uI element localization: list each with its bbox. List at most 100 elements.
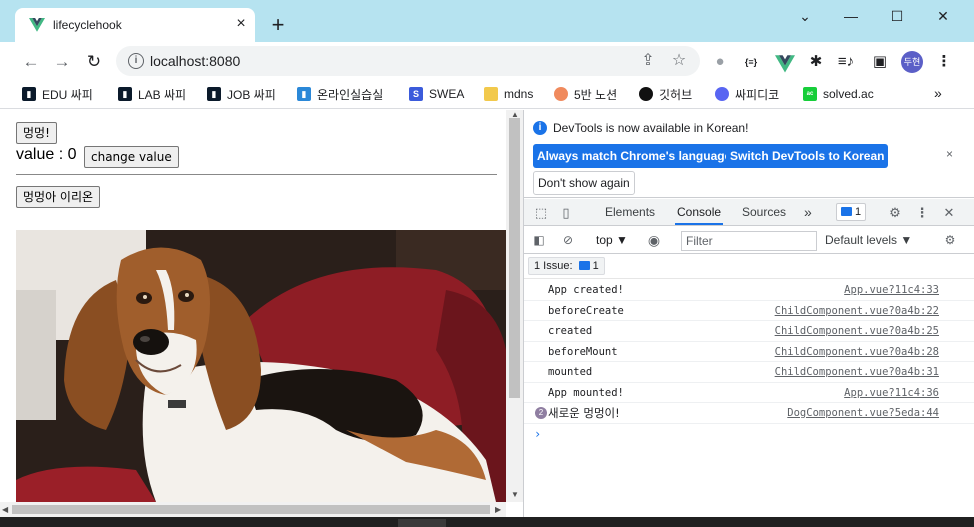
tab-console[interactable]: Console [675, 199, 724, 225]
new-tab-button[interactable]: + [266, 14, 290, 38]
bookmark-item[interactable]: ▮ EDU 싸피 [22, 85, 93, 103]
infobar-close-icon[interactable]: × [946, 147, 953, 161]
settings-gear-icon[interactable]: ⚙ [886, 204, 904, 222]
share-icon[interactable]: ⇪ [638, 51, 658, 71]
bookmarks-overflow-button[interactable]: » [934, 85, 942, 101]
minimize-button[interactable]: — [828, 4, 874, 28]
bookmark-item[interactable]: ac solved.ac [803, 85, 874, 103]
context-selector[interactable]: top ▼ [596, 233, 628, 247]
bookmark-star-icon[interactable]: ☆ [669, 51, 689, 71]
url-text[interactable]: localhost:8080 [150, 53, 240, 69]
bookmark-item[interactable]: 싸피디코 [715, 85, 779, 103]
scroll-right-arrow-icon[interactable]: ▶ [495, 505, 501, 514]
repeat-count-badge: 2 [535, 407, 547, 419]
bookmark-item[interactable]: ▮ LAB 싸피 [118, 85, 186, 103]
bookmark-item[interactable]: ▮ JOB 싸피 [207, 85, 276, 103]
page-viewport: 멍멍! value : 0 change value 멍멍아 이리온 ▲ ▼ ◀… [0, 110, 523, 517]
log-levels-dropdown[interactable]: Default levels ▼ [825, 233, 912, 247]
bookmark-label: LAB 싸피 [138, 87, 187, 102]
bookmark-item[interactable]: S SWEA [409, 85, 464, 103]
console-prompt-row[interactable]: › [524, 424, 974, 445]
issues-counter-badge[interactable]: 1 [836, 203, 867, 221]
console-prompt-chevron-icon: › [534, 426, 542, 441]
bookmark-label: mdns [504, 87, 534, 101]
log-source-link[interactable]: DogComponent.vue?5eda:44 [787, 403, 939, 423]
page-horizontal-scrollbar[interactable]: ◀ ▶ [0, 502, 506, 517]
log-source-link[interactable]: ChildComponent.vue?0a4b:22 [775, 301, 939, 321]
maximize-button[interactable]: ☐ [874, 4, 920, 28]
log-source-link[interactable]: ChildComponent.vue?0a4b:28 [775, 342, 939, 362]
address-bar[interactable]: i localhost:8080 ⇪ ☆ [116, 46, 700, 76]
console-filter-input[interactable] [681, 231, 817, 251]
switch-to-korean-button[interactable]: Switch DevTools to Korean [726, 144, 889, 168]
clear-console-icon[interactable]: ⊘ [560, 232, 576, 248]
bookmark-label: 온라인실습실 [317, 87, 384, 102]
page-vertical-scroll-thumb[interactable] [509, 118, 520, 398]
profile-avatar[interactable]: 두현 [901, 51, 923, 73]
console-settings-gear-icon[interactable]: ⚙ [942, 232, 958, 248]
bookmark-item[interactable]: ▮ 온라인실습실 [297, 85, 383, 103]
extension-json-icon[interactable]: {≡} [741, 52, 761, 72]
devtools-language-infobar: i DevTools is now available in Korean! A… [524, 110, 974, 198]
log-source-link[interactable]: ChildComponent.vue?0a4b:25 [775, 321, 939, 341]
more-tabs-chevron-icon[interactable]: » [804, 199, 812, 225]
ssafy-icon: ▮ [118, 87, 132, 101]
scroll-left-arrow-icon[interactable]: ◀ [2, 505, 8, 514]
issue-flag-icon [841, 207, 852, 216]
dont-show-again-button[interactable]: Don't show again [533, 171, 635, 195]
side-panel-icon[interactable]: ▣ [870, 52, 890, 72]
inspect-element-icon[interactable]: ⬚ [532, 204, 550, 222]
ssafy-icon: ▮ [22, 87, 36, 101]
back-button[interactable]: ← [20, 51, 42, 73]
bookmark-item[interactable]: mdns [484, 85, 533, 103]
peach-icon [554, 87, 568, 101]
solvedac-icon: ac [803, 87, 817, 101]
extension-github-icon[interactable]: ● [710, 52, 730, 72]
devtools-menu-icon[interactable]: ⋮ [913, 204, 931, 222]
os-taskbar [0, 517, 974, 527]
issues-button[interactable]: 1 Issue: 1 [528, 257, 605, 275]
log-source-link[interactable]: App.vue?11c4:33 [844, 280, 939, 300]
bark-button[interactable]: 멍멍! [16, 122, 57, 144]
menu-kebab-icon[interactable]: ⋮ [934, 52, 954, 72]
log-source-link[interactable]: App.vue?11c4:36 [844, 383, 939, 403]
browser-toolbar: ← → ↻ i localhost:8080 ⇪ ☆ ● {≡} ✱ ≡♪ ▣ … [0, 42, 974, 80]
call-dog-button[interactable]: 멍멍아 이리온 [16, 186, 101, 208]
device-toolbar-icon[interactable]: ▯ [557, 204, 575, 222]
tab-sources[interactable]: Sources [742, 199, 786, 225]
console-log-row: App created! App.vue?11c4:33 [524, 280, 974, 301]
extensions-puzzle-icon[interactable]: ✱ [806, 52, 826, 72]
change-value-button[interactable]: change value [84, 146, 179, 168]
bookmark-item[interactable]: 깃허브 [639, 85, 692, 103]
bookmark-label: solved.ac [823, 87, 874, 101]
ssafy-icon: ▮ [297, 87, 311, 101]
scroll-down-arrow-icon[interactable]: ▼ [511, 490, 519, 499]
tab-close-icon[interactable]: × [232, 14, 250, 34]
reload-button[interactable]: ↻ [83, 51, 105, 73]
media-control-icon[interactable]: ≡♪ [836, 52, 856, 72]
bookmark-label: 싸피디코 [735, 87, 780, 102]
tab-search-chevron-icon[interactable]: ⌄ [782, 4, 828, 28]
issues-button-count: 1 [592, 260, 599, 272]
tab-elements[interactable]: Elements [605, 199, 655, 225]
close-window-button[interactable]: ✕ [920, 4, 966, 28]
log-source-link[interactable]: ChildComponent.vue?0a4b:31 [775, 362, 939, 382]
devtools-close-icon[interactable]: ✕ [940, 204, 958, 222]
bookmark-item[interactable]: 5반 노션 [554, 85, 617, 103]
github-icon [639, 87, 653, 101]
forward-button[interactable]: → [51, 51, 73, 73]
console-log-row: 2 새로운 멍멍이! DogComponent.vue?5eda:44 [524, 403, 974, 424]
site-info-icon[interactable]: i [128, 53, 144, 69]
browser-tab[interactable]: lifecyclehook × [15, 8, 255, 42]
bookmark-label: 5반 노션 [574, 87, 618, 102]
devtools-tabbar: ⬚ ▯ Elements Console Sources » 1 ⚙ ⋮ ✕ [524, 199, 974, 226]
taskbar-app-item[interactable] [398, 519, 446, 527]
vue-devtools-icon[interactable] [775, 54, 795, 74]
always-match-language-button[interactable]: Always match Chrome's language [533, 144, 736, 168]
log-message: 새로운 멍멍이! [548, 406, 620, 420]
sidebar-toggle-icon[interactable]: ◧ [531, 232, 547, 248]
page-vertical-scrollbar[interactable]: ▲ ▼ [506, 110, 523, 502]
info-icon: i [533, 121, 547, 135]
live-expression-eye-icon[interactable]: ◉ [646, 232, 662, 248]
page-horizontal-scroll-thumb[interactable] [12, 505, 490, 514]
